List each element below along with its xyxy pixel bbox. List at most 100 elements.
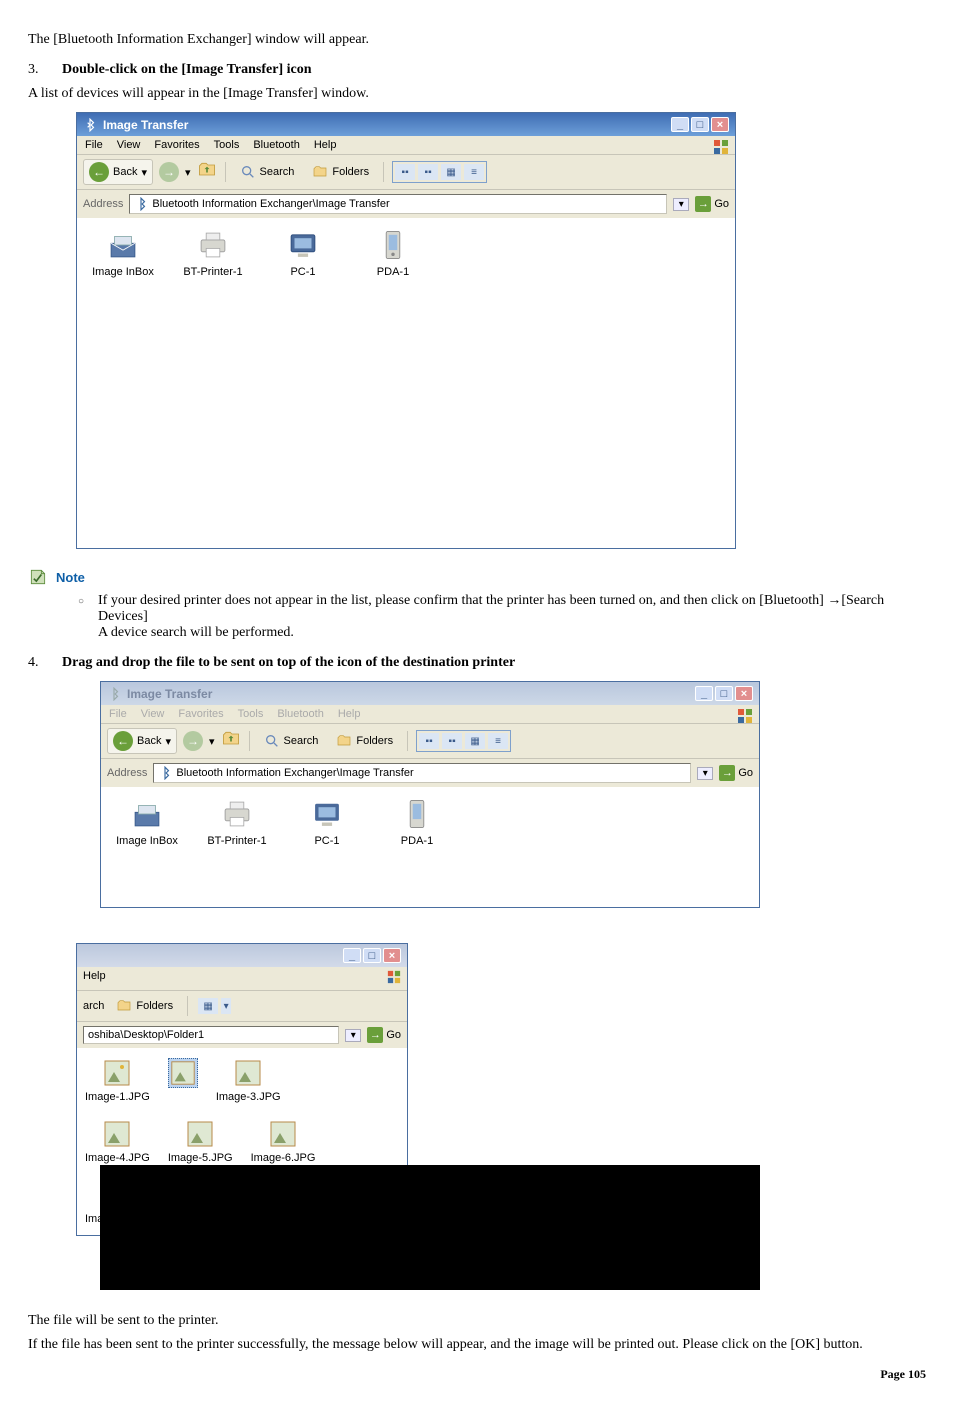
close-button[interactable]: × (711, 117, 729, 132)
view-icon-2[interactable]: ▪▪ (418, 164, 438, 180)
folders-button[interactable]: Folders (306, 161, 375, 183)
address-dropdown[interactable]: ▾ (345, 1029, 361, 1042)
menu-favorites[interactable]: Favorites (154, 139, 199, 151)
menu-favorites[interactable]: Favorites (178, 708, 223, 720)
forward-button[interactable]: → (183, 731, 203, 751)
item-label: Image InBox (92, 266, 154, 278)
view-icon-4[interactable]: ≡ (488, 733, 508, 749)
image-file-icon (102, 1058, 132, 1088)
menu-help[interactable]: Help (314, 139, 337, 151)
view-icon-3[interactable]: ▦ (441, 164, 461, 180)
minimize-button[interactable]: _ (695, 686, 713, 701)
pda-icon (376, 228, 410, 262)
go-button[interactable]: → Go (719, 765, 753, 781)
minimize-button[interactable]: _ (343, 948, 361, 963)
menu-tools[interactable]: Tools (238, 708, 264, 720)
inbox-icon (130, 797, 164, 831)
bluetooth-icon (158, 766, 172, 780)
view-icon-1[interactable]: ▪▪ (395, 164, 415, 180)
menu-tools[interactable]: Tools (214, 139, 240, 151)
menu-view[interactable]: View (141, 708, 165, 720)
view-dropdown[interactable]: ▦▾ (196, 996, 233, 1016)
screenshot-drag-drop: Image Transfer _ □ × File View Favorites… (76, 681, 736, 1299)
item-bt-printer[interactable]: BT-Printer-1 (177, 228, 249, 278)
item-pda[interactable]: PDA-1 (357, 228, 429, 278)
view-buttons[interactable]: ▪▪ ▪▪ ▦ ≡ (392, 161, 487, 183)
view-icon-3[interactable]: ▦ (465, 733, 485, 749)
menu-bluetooth[interactable]: Bluetooth (253, 139, 299, 151)
address-input[interactable]: Bluetooth Information Exchanger\Image Tr… (129, 194, 667, 214)
note-body-2: A device search will be performed. (98, 625, 926, 641)
folders-button[interactable]: Folders (110, 995, 179, 1017)
file-label: Image-1.JPG (85, 1091, 150, 1103)
menu-file[interactable]: File (85, 139, 103, 151)
maximize-button[interactable]: □ (363, 948, 381, 963)
file-item[interactable]: Image-3.JPG (216, 1058, 281, 1103)
image-file-icon (185, 1119, 215, 1149)
folders-icon (312, 164, 328, 180)
separator (383, 162, 384, 182)
intro-text: The [Bluetooth Information Exchanger] wi… (28, 32, 926, 48)
view-buttons[interactable]: ▪▪ ▪▪ ▦ ≡ (416, 730, 511, 752)
go-button[interactable]: → Go (695, 196, 729, 212)
menu-view[interactable]: View (117, 139, 141, 151)
separator (407, 731, 408, 751)
item-label: BT-Printer-1 (207, 835, 266, 847)
view-icon-4[interactable]: ≡ (464, 164, 484, 180)
image-file-icon (102, 1119, 132, 1149)
step-4: 4. Drag and drop the file to be sent on … (28, 655, 926, 671)
search-button[interactable]: Search (234, 161, 301, 183)
file-item[interactable]: Image-4.JPG (85, 1119, 150, 1164)
view-icon-2[interactable]: ▪▪ (442, 733, 462, 749)
folders-button[interactable]: Folders (330, 730, 399, 752)
titlebar: Image Transfer _ □ × (77, 113, 735, 136)
inbox-icon (106, 228, 140, 262)
back-label: Back (113, 166, 137, 178)
maximize-button[interactable]: □ (715, 686, 733, 701)
up-button[interactable] (221, 729, 241, 754)
menu-file[interactable]: File (109, 708, 127, 720)
dropdown-arrow[interactable]: ▾ (185, 166, 191, 179)
folders-icon (336, 733, 352, 749)
menu-help[interactable]: Help (83, 970, 106, 987)
go-button[interactable]: → Go (367, 1027, 401, 1043)
item-bt-printer[interactable]: BT-Printer-1 (201, 797, 273, 847)
toolbar-partial: arch Folders ▦▾ (77, 991, 407, 1022)
up-button[interactable] (197, 160, 217, 185)
step-3: 3. Double-click on the [Image Transfer] … (28, 62, 926, 78)
back-button[interactable]: ← Back ▾ (83, 159, 153, 185)
maximize-button[interactable]: □ (691, 117, 709, 132)
item-image-inbox[interactable]: Image InBox (111, 797, 183, 847)
back-button[interactable]: ← Back ▾ (107, 728, 177, 754)
address-input[interactable]: Bluetooth Information Exchanger\Image Tr… (153, 763, 691, 783)
black-region (100, 1165, 760, 1290)
view-icon-1[interactable]: ▪▪ (419, 733, 439, 749)
item-pc[interactable]: PC-1 (291, 797, 363, 847)
dropdown-arrow[interactable]: ▾ (209, 735, 215, 748)
item-pc[interactable]: PC-1 (267, 228, 339, 278)
forward-button[interactable]: → (159, 162, 179, 182)
file-item-selected[interactable]: Image-2.JPG (168, 1058, 198, 1103)
address-dropdown[interactable]: ▾ (697, 767, 713, 780)
go-label: Go (738, 767, 753, 779)
go-icon: → (695, 196, 711, 212)
file-label: Image-5.JPG (168, 1152, 233, 1164)
item-pda[interactable]: PDA-1 (381, 797, 453, 847)
item-label: PDA-1 (401, 835, 433, 847)
file-item[interactable]: Image-1.JPG (85, 1058, 150, 1103)
close-button[interactable]: × (383, 948, 401, 963)
search-button[interactable]: Search (258, 730, 325, 752)
address-input[interactable]: oshiba\Desktop\Folder1 (83, 1026, 339, 1044)
menu-bluetooth[interactable]: Bluetooth (277, 708, 323, 720)
folders-label: Folders (136, 1000, 173, 1012)
address-dropdown[interactable]: ▾ (673, 198, 689, 211)
file-item[interactable]: Image-6.JPG (251, 1119, 316, 1164)
item-label: BT-Printer-1 (183, 266, 242, 278)
file-item[interactable]: Image-5.JPG (168, 1119, 233, 1164)
menu-help[interactable]: Help (338, 708, 361, 720)
toolbar: ← Back ▾ → ▾ Search Folders ▪▪ ▪▪ ▦ (77, 155, 735, 190)
close-button[interactable]: × (735, 686, 753, 701)
printer-icon (196, 228, 230, 262)
item-image-inbox[interactable]: Image InBox (87, 228, 159, 278)
minimize-button[interactable]: _ (671, 117, 689, 132)
